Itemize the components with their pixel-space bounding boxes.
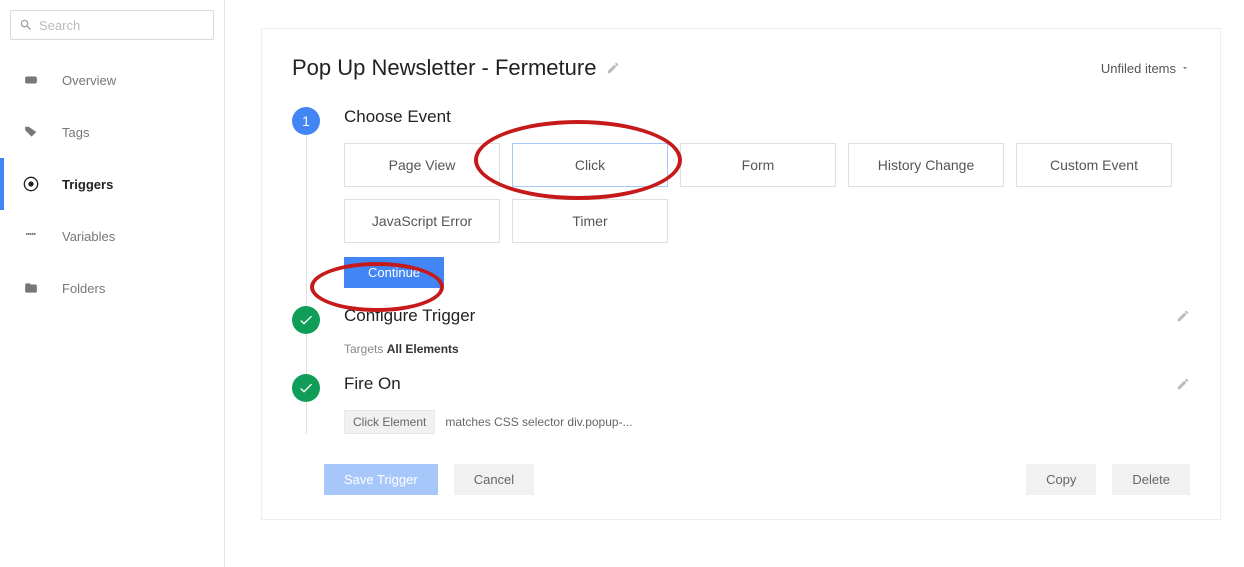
step-title: Configure Trigger — [344, 306, 475, 326]
chevron-down-icon — [1180, 63, 1190, 73]
fire-condition: matches CSS selector div.popup-... — [445, 415, 632, 429]
event-js-error[interactable]: JavaScript Error — [344, 199, 500, 243]
event-click[interactable]: Click — [512, 143, 668, 187]
variables-icon — [22, 229, 40, 243]
content: Pop Up Newsletter - Fermeture Unfiled it… — [225, 0, 1244, 567]
copy-button[interactable]: Copy — [1026, 464, 1096, 495]
save-trigger-button[interactable]: Save Trigger — [324, 464, 438, 495]
nav-item-triggers[interactable]: Triggers — [0, 158, 224, 210]
folders-icon — [22, 281, 40, 295]
nav-label: Overview — [62, 73, 116, 88]
nav-item-tags[interactable]: Tags — [0, 106, 224, 158]
step-configure-trigger: Configure Trigger Targets All Elements — [292, 306, 1190, 356]
unfiled-label: Unfiled items — [1101, 61, 1176, 76]
trigger-card: Pop Up Newsletter - Fermeture Unfiled it… — [261, 28, 1221, 520]
edit-title-icon[interactable] — [606, 61, 620, 75]
event-page-view[interactable]: Page View — [344, 143, 500, 187]
overview-icon — [22, 73, 40, 87]
event-history-change[interactable]: History Change — [848, 143, 1004, 187]
step-title: Choose Event — [344, 107, 451, 127]
nav-label: Variables — [62, 229, 115, 244]
event-type-grid: Page View Click Form History Change Cust… — [344, 143, 1190, 243]
steps-container: 1 Choose Event Page View Click Form Hist… — [292, 107, 1190, 434]
targets-label: Targets All Elements — [344, 342, 1190, 356]
nav-item-folders[interactable]: Folders — [0, 262, 224, 314]
unfiled-dropdown[interactable]: Unfiled items — [1101, 61, 1190, 76]
tags-icon — [22, 125, 40, 139]
footer: Save Trigger Cancel Copy Delete — [292, 464, 1190, 495]
nav-item-overview[interactable]: Overview — [0, 54, 224, 106]
page-title: Pop Up Newsletter - Fermeture — [292, 55, 596, 81]
sidebar: Overview Tags Triggers Variables Folders — [0, 0, 225, 567]
nav-label: Folders — [62, 281, 105, 296]
delete-button[interactable]: Delete — [1112, 464, 1190, 495]
event-form[interactable]: Form — [680, 143, 836, 187]
step-number-badge: 1 — [292, 107, 320, 135]
step-fire-on: Fire On Click Element matches CSS select… — [292, 374, 1190, 434]
edit-step-icon[interactable] — [1176, 309, 1190, 323]
step-check-badge — [292, 374, 320, 402]
search-icon — [19, 18, 33, 32]
event-custom[interactable]: Custom Event — [1016, 143, 1172, 187]
nav-item-variables[interactable]: Variables — [0, 210, 224, 262]
event-timer[interactable]: Timer — [512, 199, 668, 243]
step-check-badge — [292, 306, 320, 334]
search-box[interactable] — [10, 10, 214, 40]
triggers-icon — [22, 177, 40, 191]
step-title: Fire On — [344, 374, 401, 394]
nav-label: Tags — [62, 125, 89, 140]
search-input[interactable] — [33, 18, 205, 33]
fire-chip: Click Element — [344, 410, 435, 434]
cancel-button[interactable]: Cancel — [454, 464, 534, 495]
continue-button[interactable]: Continue — [344, 257, 444, 288]
nav-label: Triggers — [62, 177, 113, 192]
edit-step-icon[interactable] — [1176, 377, 1190, 391]
step-choose-event: 1 Choose Event Page View Click Form Hist… — [292, 107, 1190, 288]
